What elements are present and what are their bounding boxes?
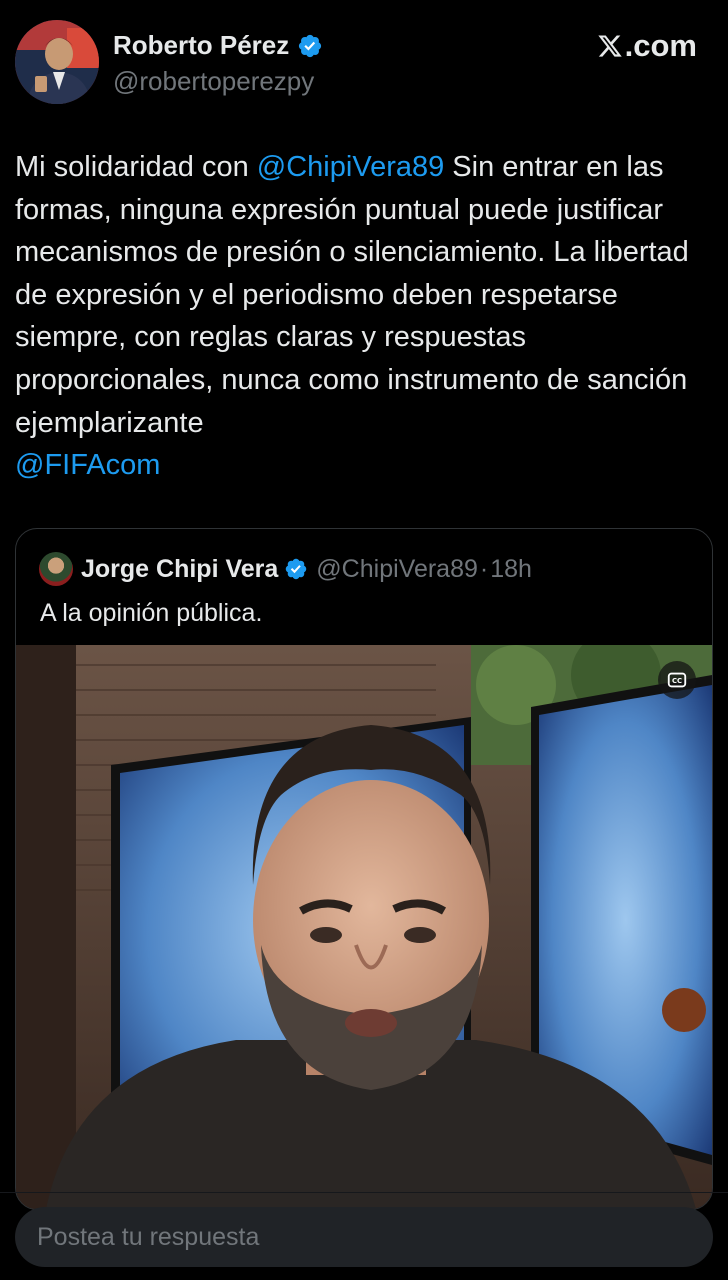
- tweet-screenshot: Roberto Pérez @robertoperezpy .com Mi so…: [0, 0, 728, 1280]
- quoted-author-name[interactable]: Jorge Chipi Vera: [81, 555, 278, 584]
- source-domain: .com: [624, 28, 697, 63]
- author-name-row[interactable]: Roberto Pérez: [113, 30, 323, 61]
- quoted-tweet-text: A la opinión pública.: [40, 599, 263, 627]
- author-handle[interactable]: @robertoperezpy: [113, 66, 314, 97]
- source-label[interactable]: .com: [597, 28, 697, 64]
- quoted-author-avatar[interactable]: [39, 552, 73, 586]
- meta-separator: ·: [479, 554, 489, 583]
- quoted-tweet-card[interactable]: Jorge Chipi Vera @ChipiVera89 · 18h A la…: [15, 528, 713, 1210]
- mention-link-fifa[interactable]: @FIFAcom: [15, 449, 160, 481]
- quoted-video-player[interactable]: CC: [16, 645, 712, 1209]
- x-logo-icon: [597, 35, 622, 57]
- svg-text:CC: CC: [672, 677, 682, 685]
- author-name[interactable]: Roberto Pérez: [113, 30, 289, 61]
- verified-badge-icon: [286, 558, 307, 580]
- reply-input[interactable]: [35, 1221, 679, 1253]
- mention-link[interactable]: @ChipiVera89: [257, 151, 444, 183]
- tweet-text: Mi solidaridad con @ChipiVera89 Sin entr…: [15, 146, 715, 487]
- quoted-tweet-header: Jorge Chipi Vera @ChipiVera89 · 18h: [39, 551, 532, 587]
- reply-divider: [0, 1192, 728, 1193]
- tweet-text-part-2: Sin entrar en las formas, ninguna expres…: [15, 151, 689, 439]
- closed-captions-button[interactable]: CC: [658, 661, 696, 699]
- quoted-tweet-time[interactable]: 18h: [490, 555, 532, 584]
- verified-badge-icon: [299, 34, 322, 57]
- video-frame: [16, 645, 712, 1209]
- quoted-author-handle[interactable]: @ChipiVera89: [316, 555, 478, 584]
- author-avatar[interactable]: [15, 20, 99, 104]
- reply-composer[interactable]: [15, 1207, 713, 1267]
- tweet-header: Roberto Pérez @robertoperezpy .com: [15, 20, 713, 106]
- tweet-text-part-1: Mi solidaridad con: [15, 151, 257, 183]
- closed-captions-icon: CC: [667, 672, 687, 688]
